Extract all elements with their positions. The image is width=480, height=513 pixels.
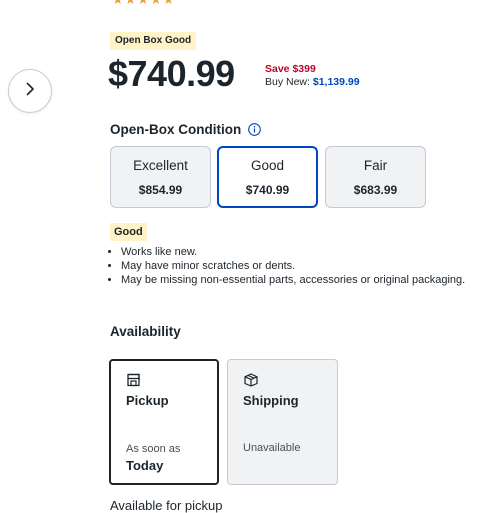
package-icon [243,373,259,392]
condition-option-good[interactable]: Good $740.99 [217,146,318,208]
buy-new-link[interactable]: $1,139.99 [313,76,360,88]
buy-new-price: Buy New: $1,139.99 [265,76,360,88]
open-box-badge: Open Box Good [110,32,197,50]
condition-price: $854.99 [138,183,183,197]
pickup-option[interactable]: Pickup As soon as Today [109,359,219,485]
condition-price: $740.99 [245,183,290,197]
info-icon[interactable] [248,123,261,141]
shipping-status: Unavailable [243,442,301,454]
pickup-time: Today [126,458,164,473]
condition-details-list: Works like new. May have minor scratches… [110,245,471,287]
list-item: Works like new. [121,245,471,259]
buy-new-label: Buy New: [265,76,310,88]
condition-name: Excellent [133,158,188,173]
shipping-title: Shipping [243,393,299,408]
shipping-option[interactable]: Shipping Unavailable [227,359,338,485]
savings-text: Save $399 [265,63,316,75]
pickup-availability-text: Available for pickup [110,498,223,513]
condition-heading: Open-Box Condition [110,122,242,137]
condition-name: Good [250,158,285,173]
selected-condition-badge: Good [110,223,147,241]
condition-option-fair[interactable]: Fair $683.99 [325,146,426,208]
pickup-title: Pickup [126,393,169,408]
store-icon [126,373,142,392]
list-item: May have minor scratches or dents. [121,259,471,273]
pickup-subtext: As soon as [126,443,181,455]
condition-name: Fair [363,158,388,173]
list-item: May be missing non-essential parts, acce… [121,273,471,287]
chevron-right-icon [23,82,37,101]
rating-stars: ★★★★★ [112,0,175,8]
condition-option-excellent[interactable]: Excellent $854.99 [110,146,211,208]
availability-heading: Availability [110,324,181,339]
current-price: $740.99 [108,53,235,94]
condition-price: $683.99 [353,183,398,197]
carousel-next-button[interactable] [8,69,52,113]
